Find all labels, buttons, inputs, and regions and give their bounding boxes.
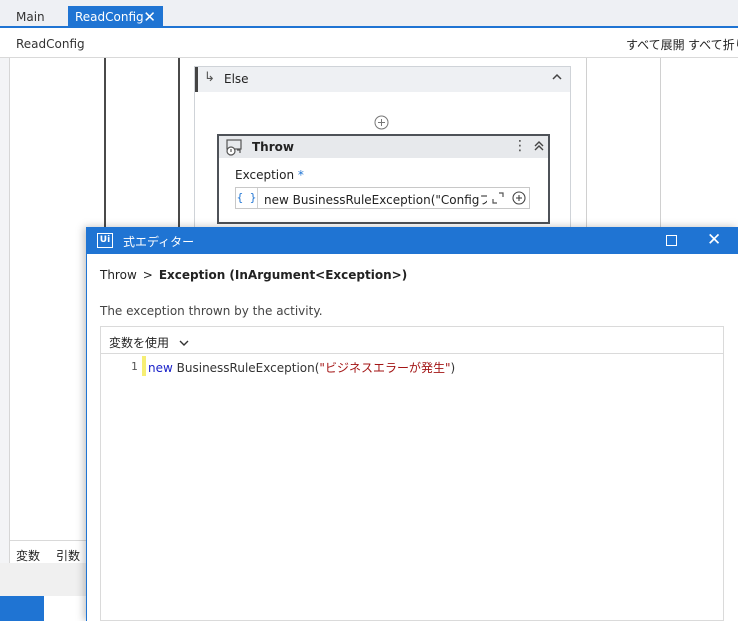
uipath-logo-icon: Ui	[97, 233, 113, 248]
dialog-title: 式エディター	[123, 235, 195, 249]
maximize-icon[interactable]	[666, 235, 677, 246]
code-line[interactable]: new BusinessRuleException("ビジネスエラーが発生")	[148, 359, 455, 376]
tab-readconfig[interactable]: ReadConfig ✕	[68, 6, 163, 28]
expand-all-button[interactable]: すべて展開	[626, 36, 685, 53]
line-change-marker	[142, 356, 146, 376]
sequence-line	[178, 58, 180, 233]
exception-label-text: Exception	[235, 168, 295, 182]
code-editor[interactable]: 1 new BusinessRuleException("ビジネスエラーが発生"…	[100, 354, 724, 621]
breadcrumb-separator: >	[142, 268, 153, 282]
add-circle-icon[interactable]	[374, 115, 389, 130]
code-keyword: new	[148, 361, 173, 375]
expand-icon[interactable]	[491, 191, 505, 205]
code-string-literal: "ビジネスエラーが発生"	[319, 361, 451, 375]
else-label: Else	[224, 72, 249, 86]
plus-circle-icon[interactable]	[512, 191, 526, 205]
throw-title: Throw	[252, 140, 294, 154]
else-header[interactable]: ↳ Else	[195, 67, 570, 92]
collapse-double-chevron-icon[interactable]	[533, 140, 545, 152]
line-number: 1	[131, 360, 138, 373]
dialog-title-bar[interactable]: Ui 式エディター ✕	[87, 227, 738, 254]
code-type-name: BusinessRuleException(	[176, 361, 320, 375]
property-description: The exception thrown by the activity.	[100, 304, 323, 318]
throw-header[interactable]: Throw ⋮	[219, 136, 548, 158]
throw-activity-card[interactable]: Throw ⋮ Exception * { } new BusinessRule…	[217, 134, 550, 224]
container-border	[586, 58, 587, 228]
expression-preview[interactable]: new BusinessRuleException("Configフォルダ	[264, 191, 487, 208]
else-arrow-icon: ↳	[204, 70, 215, 85]
designer-header: ReadConfig すべて展開 すべて折り	[0, 30, 738, 58]
sequence-line	[104, 58, 106, 233]
breadcrumb[interactable]: ReadConfig	[16, 37, 85, 51]
tab-main[interactable]: Main	[8, 6, 53, 28]
throw-activity-icon	[226, 139, 242, 156]
chevron-down-icon	[179, 340, 189, 346]
exception-expression-field[interactable]: { } new BusinessRuleException("Configフォル…	[235, 187, 530, 209]
left-rail	[0, 58, 10, 563]
expression-braces-icon: { }	[236, 188, 258, 208]
expression-editor-dialog: Ui 式エディター ✕ Throw > Exception (InArgument<…	[86, 227, 738, 621]
breadcrumb-parent: Throw	[100, 268, 137, 282]
container-border	[660, 58, 661, 228]
tab-variables[interactable]: 変数	[16, 547, 40, 564]
variables-toolbar: 変数を使用	[100, 326, 724, 354]
close-icon[interactable]: ✕	[143, 6, 156, 28]
tab-readconfig-label: ReadConfig	[75, 10, 144, 24]
use-variables-dropdown[interactable]: 変数を使用	[109, 334, 189, 351]
tab-arguments[interactable]: 引数	[56, 547, 80, 564]
more-vertical-icon[interactable]: ⋮	[513, 138, 527, 154]
use-variables-label: 変数を使用	[109, 336, 170, 350]
document-tab-bar: Main ReadConfig ✕	[0, 0, 738, 28]
required-marker: *	[297, 168, 304, 182]
code-closing-paren: )	[450, 361, 456, 375]
close-icon[interactable]: ✕	[707, 230, 721, 250]
status-bar-gap	[44, 596, 88, 621]
dialog-breadcrumb: Throw > Exception (InArgument<Exception>)	[100, 268, 407, 282]
chevron-up-icon[interactable]	[550, 70, 564, 84]
collapse-all-button[interactable]: すべて折り	[688, 36, 738, 53]
exception-property-label: Exception *	[235, 168, 304, 182]
breadcrumb-current: Exception (InArgument<Exception>)	[158, 268, 408, 282]
